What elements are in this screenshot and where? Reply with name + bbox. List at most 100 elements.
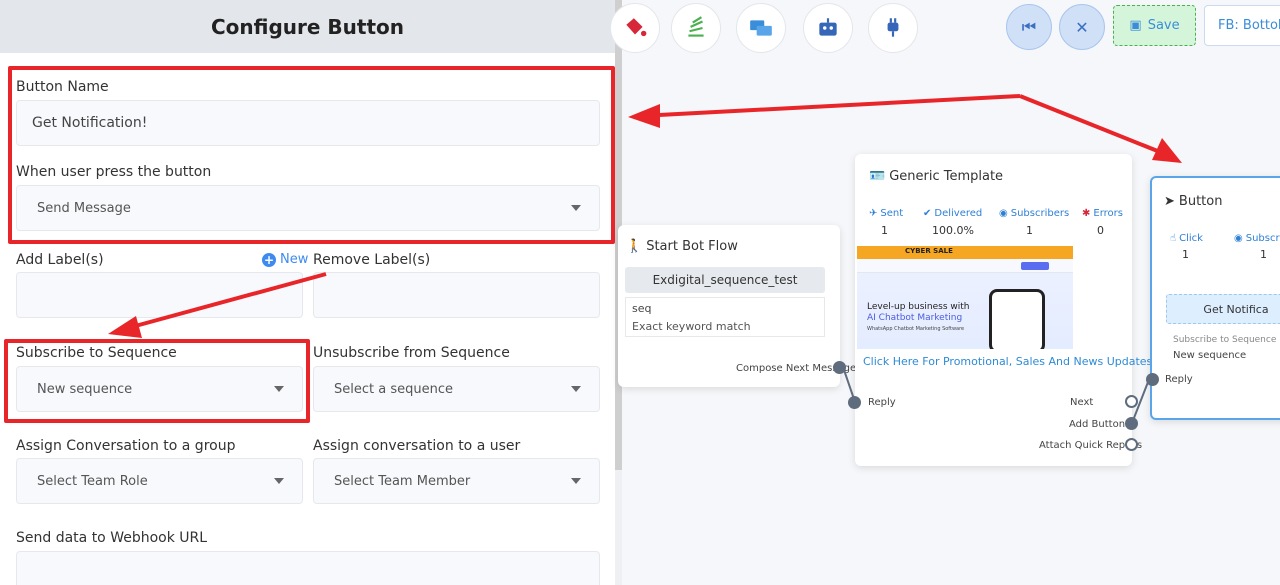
walking-person-icon: 🚶 [626,239,643,254]
skip-back-button[interactable]: ⏮ [1006,4,1052,50]
plug-tool[interactable] [868,3,918,53]
bug-icon: ✱ [1082,208,1091,219]
remove-labels-label: Remove Label(s) [313,252,431,268]
floppy-icon: ▣ [1129,18,1142,33]
flow-canvas[interactable]: ⏮ ✕ ▣ Save FB: Bottola 🚶 Start Bot Flow … [610,0,1280,585]
button-name-input[interactable]: Get Notification! [16,100,600,146]
node-title: 🚶 Start Bot Flow [626,239,738,254]
banner-headline: Level-up business with [867,302,970,312]
reply-port-label: Reply [868,397,896,408]
skip-back-icon: ⏮ [1021,17,1037,36]
messages-tool[interactable] [736,3,786,53]
press-action-select[interactable]: Send Message [16,185,600,231]
panel-header: Configure Button [0,0,615,53]
subscribers-stat-value: 1 [1026,224,1033,237]
configure-button-panel: Configure Button Button Name Get Notific… [0,0,615,585]
compress-icon: ✕ [1075,17,1089,37]
keyword-chip: Exdigital_sequence_test [625,267,825,293]
new-label-link[interactable]: + New [262,252,308,267]
assign-group-value: Select Team Role [37,473,148,489]
next-port[interactable] [1125,395,1138,408]
unsubscribe-sequence-value: Select a sequence [334,381,453,397]
subscribe-sequence-label: Subscribe to Sequence [1173,335,1277,345]
hand-pointer-icon: ☝ [1170,233,1177,244]
reply-input-port[interactable] [848,396,861,409]
phone-mockup [989,289,1045,349]
press-action-value: Send Message [37,200,131,216]
unsubscribe-sequence-label: Unsubscribe from Sequence [313,345,510,361]
webhook-label: Send data to Webhook URL [16,530,208,546]
plus-circle-icon: + [262,252,276,267]
subscribe-sequence-label: Subscribe to Sequence [16,345,177,361]
click-stat-label: ☝ Click [1170,233,1203,244]
stack-icon [688,16,704,37]
id-card-icon: 🪪 [869,169,886,184]
subscribe-sequence-select[interactable]: New sequence [16,366,303,412]
assign-user-label: Assign conversation to a user [313,438,521,454]
keyword-match-type: Exact keyword match [632,320,751,333]
plug-icon [887,18,899,37]
sent-stat-label: ✈ Sent [869,208,904,219]
subscribe-sequence-value: New sequence [37,381,133,397]
banner-subheadline: AI Chatbot Marketing [867,313,963,323]
button-name-label: Button Name [16,79,109,95]
paint-bucket-tool[interactable] [610,3,660,53]
panel-title: Configure Button [210,14,404,39]
press-action-label: When user press the button [16,164,212,180]
remove-labels-input[interactable] [313,272,600,318]
add-buttons-port-label: Add Buttons [1069,419,1131,430]
start-bot-flow-node[interactable]: 🚶 Start Bot Flow Exdigital_sequence_test… [618,225,856,387]
template-caption: Click Here For Promotional, Sales And Ne… [863,355,1156,368]
paper-plane-icon: ✈ [869,208,878,219]
robot-icon [819,18,837,36]
keyword-seq: seq [632,302,652,315]
banner-nav-button [1021,262,1049,270]
collapse-button[interactable]: ✕ [1059,4,1105,50]
generic-template-node[interactable]: 🪪 Generic Template ✈ Sent 1 ✔ Delivered 10… [848,154,1156,466]
node-title-text: Start Bot Flow [646,239,738,254]
delivered-stat-label: ✔ Delivered [923,208,983,219]
save-button[interactable]: ▣ Save [1113,5,1196,46]
assign-group-select[interactable]: Select Team Role [16,458,303,504]
user-circle-icon: ◉ [999,208,1008,219]
node-title-text: Generic Template [889,169,1004,184]
unsubscribe-sequence-select[interactable]: Select a sequence [313,366,600,412]
banner-topbar: CYBER SALE [857,246,1073,259]
button-node[interactable]: ➤ Button ☝ Click 1 ◉ Subscri 1 Get Notific… [1146,176,1280,420]
chevron-down-icon [274,478,284,484]
next-port-label: Next [1070,397,1094,408]
add-buttons-port[interactable] [1125,417,1138,430]
assign-user-select[interactable]: Select Team Member [313,458,600,504]
robot-tool[interactable] [803,3,853,53]
panel-scroll-track [615,470,622,585]
button-preview: Get Notifica [1166,294,1280,324]
subscribers-stat-label: ◉ Subscribers [999,208,1070,219]
subscribers-stat-label: ◉ Subscri [1234,233,1280,244]
reply-input-port[interactable] [1146,373,1159,386]
node-title: ➤ Button [1164,194,1222,209]
click-stat-value: 1 [1182,248,1189,261]
fb-page-button[interactable]: FB: Bottola [1204,5,1280,46]
assign-group-label: Assign Conversation to a group [16,438,236,454]
banner-tagline: WhatsApp Chatbot Marketing Software [867,326,965,332]
paint-bucket-icon [626,18,647,37]
subscribe-sequence-value: New sequence [1173,350,1247,361]
errors-stat-label: ✱ Errors [1082,208,1123,219]
fb-label: FB: Bottola [1218,18,1280,33]
errors-stat-value: 0 [1097,224,1104,237]
stack-tool[interactable] [671,3,721,53]
user-circle-icon: ◉ [1234,233,1243,244]
delivered-stat-value: 100.0% [932,224,974,237]
save-label: Save [1147,18,1180,33]
cursor-icon: ➤ [1164,194,1175,209]
output-port[interactable] [833,361,846,374]
sent-stat-value: 1 [881,224,888,237]
reply-port-label: Reply [1165,374,1193,385]
add-labels-label: Add Label(s) [16,252,104,268]
node-title-text: Button [1178,194,1223,209]
new-link-text: New [280,252,309,267]
chevron-down-icon [571,478,581,484]
quick-replies-port[interactable] [1125,438,1138,451]
webhook-input[interactable] [16,551,600,585]
add-labels-input[interactable] [16,272,303,318]
